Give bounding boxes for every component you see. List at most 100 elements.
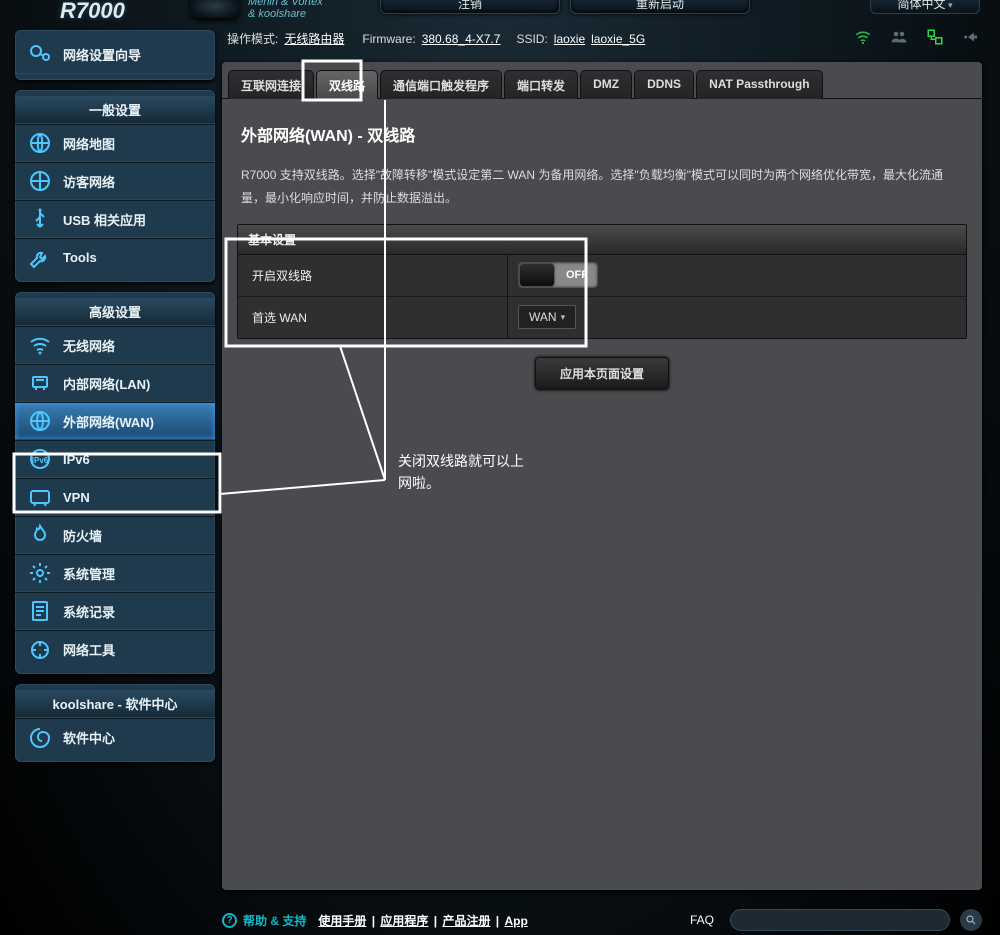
tab-5[interactable]: DDNS [634,70,694,99]
globe-icon [27,130,53,156]
mode-value-link[interactable]: 无线路由器 [284,30,344,47]
enable-dualwan-label: 开启双线路 [238,255,508,296]
basic-settings-header: 基本设置 [238,225,966,255]
sidebar: 网络设置向导 一般设置 网络地图访客网络USB 相关应用Tools 高级设置 无… [15,30,215,772]
advanced-item-1[interactable]: 内部网络(LAN) [15,364,215,402]
advanced-item-8[interactable]: 网络工具 [15,630,215,668]
advanced-item-5[interactable]: 防火墙 [15,516,215,554]
koolshare-panel: koolshare - 软件中心 软件中心 [15,684,215,762]
toggle-knob [520,264,554,286]
general-item-label-3: Tools [63,250,97,265]
advanced-item-4[interactable]: VPN [15,478,215,516]
general-item-0[interactable]: 网络地图 [15,124,215,162]
status-bar: 操作模式: 无线路由器 Firmware: 380.68_4-X7.7 SSID… [227,30,645,47]
language-select[interactable]: 简体中文 [870,0,980,14]
logout-button[interactable]: 注销 [380,0,560,14]
globe-g-icon [27,168,53,194]
advanced-item-7[interactable]: 系统记录 [15,592,215,630]
router-image [190,0,240,18]
general-item-1[interactable]: 访客网络 [15,162,215,200]
model-label: R7000 [60,0,125,24]
footer-link-3[interactable]: App [504,914,527,928]
usb-status-icon[interactable] [962,28,980,46]
enable-dualwan-toggle[interactable]: OFF [518,262,598,288]
advanced-item-label-3: IPv6 [63,452,90,467]
wan-icon [27,408,53,434]
primary-wan-row: 首选 WAN WAN [238,297,966,338]
general-item-3[interactable]: Tools [15,238,215,276]
footer-link-0[interactable]: 使用手册 [318,914,366,928]
firmware-subtitle: Merlin & Vortex& koolshare [248,0,323,20]
annotation-text: 关闭双线路就可以上 网啦。 [398,450,524,495]
advanced-section-title: 高级设置 [15,298,215,326]
general-item-2[interactable]: USB 相关应用 [15,200,215,238]
header: R7000 Merlin & Vortex& koolshare 注销 重新启动… [0,0,1000,22]
help-link[interactable]: ? 帮助 & 支持 [222,912,306,929]
ssid2-link[interactable]: laoxie_5G [591,32,645,46]
tab-2[interactable]: 通信端口触发程序 [380,70,502,99]
primary-wan-select[interactable]: WAN [518,305,576,329]
advanced-item-label-0: 无线网络 [63,336,115,355]
basic-settings-box: 基本设置 开启双线路 OFF 首选 WAN WAN [237,224,967,339]
koolshare-item-0[interactable]: 软件中心 [15,718,215,756]
gear-icon [27,560,53,586]
footer-links: 使用手册 | 应用程序 | 产品注册 | App [316,912,529,929]
advanced-item-label-1: 内部网络(LAN) [63,374,150,393]
general-item-label-2: USB 相关应用 [63,210,146,229]
footer-link-1[interactable]: 应用程序 [380,914,428,928]
wizard-label: 网络设置向导 [63,45,141,64]
general-item-label-1: 访客网络 [63,172,115,191]
log-icon [27,598,53,624]
clients-status-icon[interactable] [890,28,908,46]
firewall-icon [27,522,53,548]
mode-label: 操作模式: [227,30,278,47]
ssid1-link[interactable]: laoxie [554,32,585,46]
wrench-icon [27,245,53,271]
toggle-state-label: OFF [556,269,598,281]
status-icons [854,28,980,46]
page-description: R7000 支持双线路。选择"故障转移"模式设定第二 WAN 为备用网络。选择"… [241,164,963,210]
tab-1[interactable]: 双线路 [316,70,378,99]
help-icon: ? [222,913,237,928]
tab-6[interactable]: NAT Passthrough [696,70,822,99]
footer-link-2[interactable]: 产品注册 [442,914,490,928]
faq-search-input[interactable] [730,909,950,931]
faq-search-button[interactable] [960,909,982,931]
advanced-item-3[interactable]: IPv6 IPv6 [15,440,215,478]
general-panel: 一般设置 网络地图访客网络USB 相关应用Tools [15,90,215,282]
enable-dualwan-row: 开启双线路 OFF [238,255,966,297]
reboot-button[interactable]: 重新启动 [570,0,750,14]
apply-button[interactable]: 应用本页面设置 [535,357,669,390]
page-title: 外部网络(WAN) - 双线路 [241,122,967,146]
wizard-icon [27,42,53,68]
primary-wan-label: 首选 WAN [238,297,508,338]
advanced-item-label-5: 防火墙 [63,526,102,545]
ssid-label: SSID: [516,32,547,46]
ipv6-icon: IPv6 [27,446,53,472]
advanced-panel: 高级设置 无线网络内部网络(LAN) 外部网络(WAN) IPv6 IPv6 VPN 防火… [15,292,215,674]
lan-icon [27,370,53,396]
network-setup-wizard[interactable]: 网络设置向导 [15,36,215,74]
svg-text:IPv6: IPv6 [32,456,49,465]
tab-0[interactable]: 互联网连接 [228,70,314,99]
usb-icon [27,206,53,232]
advanced-item-0[interactable]: 无线网络 [15,326,215,364]
advanced-item-label-4: VPN [63,490,90,505]
advanced-item-6[interactable]: 系统管理 [15,554,215,592]
faq-label: FAQ [690,913,714,927]
tab-4[interactable]: DMZ [580,70,632,99]
swirl-icon [27,725,53,751]
koolshare-section-title: koolshare - 软件中心 [15,690,215,718]
wifi-status-icon[interactable] [854,28,872,46]
footer: ? 帮助 & 支持 使用手册 | 应用程序 | 产品注册 | App FAQ [222,909,982,931]
tab-3[interactable]: 端口转发 [504,70,578,99]
wifi-icon [27,332,53,358]
lan-status-icon[interactable] [926,28,944,46]
wizard-panel: 网络设置向导 [15,30,215,80]
general-item-label-0: 网络地图 [63,134,115,153]
advanced-item-label-7: 系统记录 [63,602,115,621]
advanced-item-2[interactable]: 外部网络(WAN) [15,402,215,440]
firmware-value-link[interactable]: 380.68_4-X7.7 [422,32,501,46]
tab-bar: 互联网连接双线路通信端口触发程序端口转发DMZDDNSNAT Passthrou… [222,62,982,98]
vpn-icon [27,484,53,510]
